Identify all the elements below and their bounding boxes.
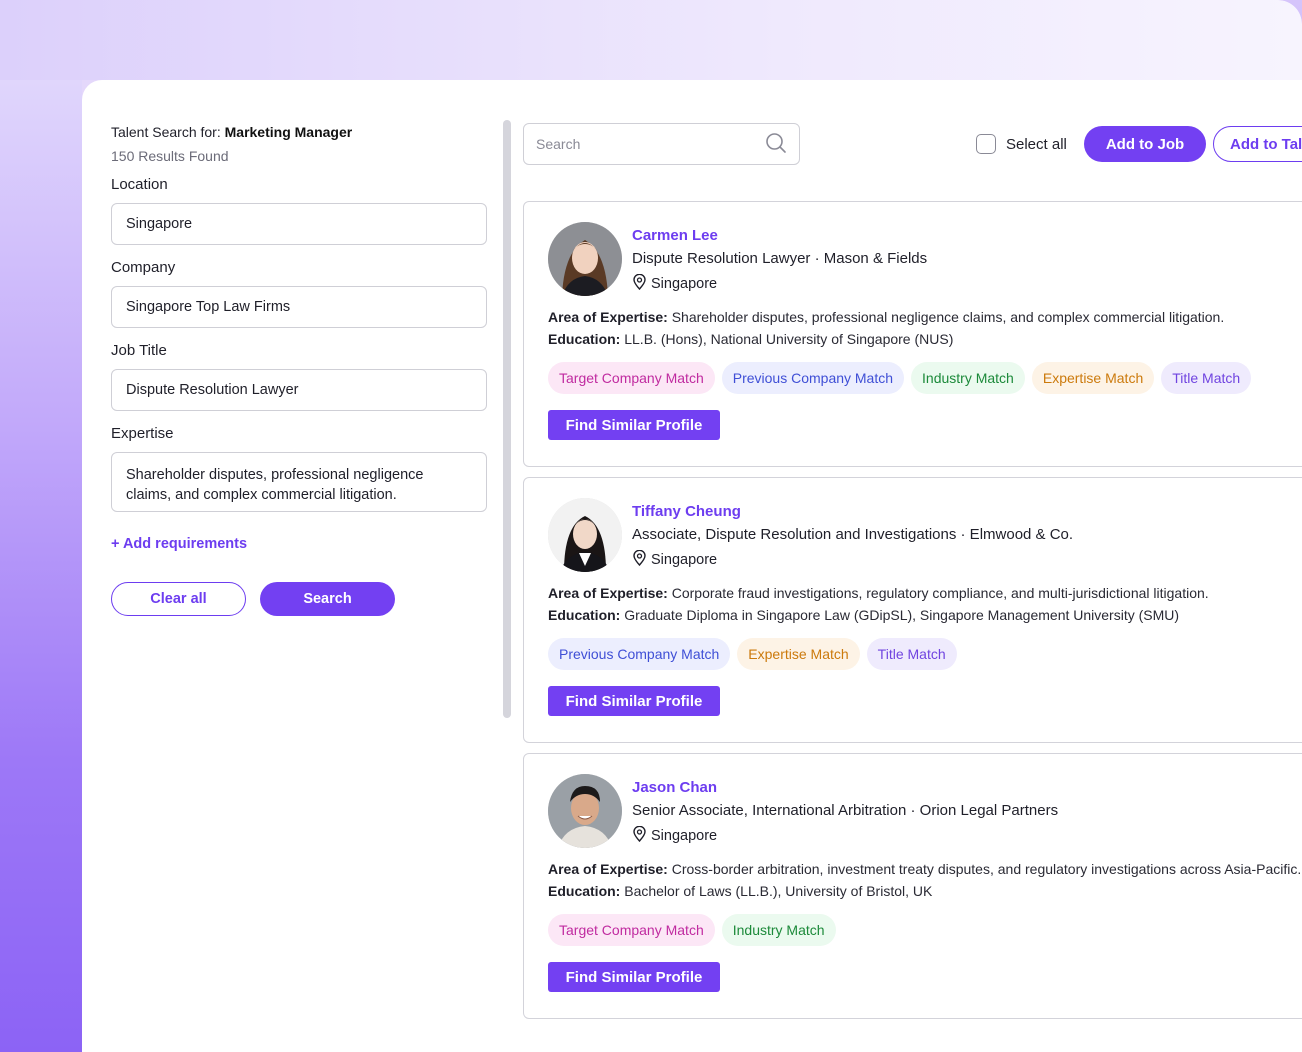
add-to-talent-button[interactable]: Add to Tale xyxy=(1213,126,1302,162)
tag-industry: Industry Match xyxy=(911,362,1025,394)
education-title: Education: xyxy=(548,883,621,899)
avatar xyxy=(548,498,622,572)
company-field[interactable]: Singapore Top Law Firms xyxy=(111,286,487,328)
expertise-text: Corporate fraud investigations, regulato… xyxy=(671,585,1209,601)
expertise-line: Area of Expertise: Cross-border arbitrat… xyxy=(548,861,1301,877)
match-tags: Target Company Match Industry Match xyxy=(548,914,836,946)
education-line: Education: Bachelor of Laws (LL.B.), Uni… xyxy=(548,883,932,899)
find-similar-profile-button[interactable]: Find Similar Profile xyxy=(548,686,720,716)
expertise-title: Area of Expertise: xyxy=(548,861,668,877)
expertise-text: Cross-border arbitration, investment tre… xyxy=(671,861,1302,877)
location-pin-icon xyxy=(632,549,647,570)
job-title-label: Job Title xyxy=(111,342,167,359)
location-label: Location xyxy=(111,176,168,193)
company-label: Company xyxy=(111,259,176,276)
profile-card: Carmen Lee Dispute Resolution Lawyer · M… xyxy=(523,201,1302,467)
tag-target-company: Target Company Match xyxy=(548,362,715,394)
select-all-checkbox[interactable] xyxy=(976,134,996,154)
expertise-text: Shareholder disputes, professional negli… xyxy=(671,309,1225,325)
location-pin-icon xyxy=(632,825,647,846)
search-for-heading: Talent Search for: Marketing Manager xyxy=(111,124,487,140)
expertise-label: Expertise xyxy=(111,425,174,442)
profile-role: Senior Associate, International Arbitrat… xyxy=(632,802,1059,819)
company-value: Singapore Top Law Firms xyxy=(126,299,291,315)
education-line: Education: Graduate Diploma in Singapore… xyxy=(548,607,1179,623)
tag-previous-company: Previous Company Match xyxy=(721,362,905,394)
filter-sidebar: Talent Search for: Marketing Manager 150… xyxy=(111,124,487,616)
education-text: LL.B. (Hons), National University of Sin… xyxy=(624,331,954,347)
filter-scrollbar[interactable] xyxy=(503,120,511,718)
location-text: Singapore xyxy=(651,828,718,844)
expertise-line: Area of Expertise: Corporate fraud inves… xyxy=(548,585,1209,601)
location-pin-icon xyxy=(632,273,647,294)
tag-expertise: Expertise Match xyxy=(1031,362,1155,394)
select-all-label: Select all xyxy=(1006,135,1067,153)
education-text: Bachelor of Laws (LL.B.), University of … xyxy=(624,883,933,899)
main-panel: Talent Search for: Marketing Manager 150… xyxy=(82,80,1302,1052)
profile-name[interactable]: Jason Chan xyxy=(632,779,717,796)
clear-all-button[interactable]: Clear all xyxy=(111,582,246,616)
select-all-control[interactable]: Select all xyxy=(976,134,1067,154)
profile-card: Tiffany Cheung Associate, Dispute Resolu… xyxy=(523,477,1302,743)
education-text: Graduate Diploma in Singapore Law (GDipS… xyxy=(624,607,1180,623)
tag-expertise: Expertise Match xyxy=(737,638,860,670)
job-title-field[interactable]: Dispute Resolution Lawyer xyxy=(111,369,487,411)
avatar xyxy=(548,222,622,296)
match-tags: Target Company Match Previous Company Ma… xyxy=(548,362,1252,394)
expertise-title: Area of Expertise: xyxy=(548,585,668,601)
profile-name[interactable]: Carmen Lee xyxy=(632,227,718,244)
tag-title: Title Match xyxy=(1161,362,1252,394)
results-count: 150 Results Found xyxy=(111,148,229,164)
expertise-field[interactable]: Shareholder disputes, professional negli… xyxy=(111,452,487,512)
search-button[interactable]: Search xyxy=(260,582,395,616)
filter-actions: Clear all Search xyxy=(111,582,487,616)
expertise-line: Area of Expertise: Shareholder disputes,… xyxy=(548,309,1224,325)
location-value: Singapore xyxy=(126,216,193,232)
search-for-prefix: Talent Search for: xyxy=(111,124,221,140)
education-line: Education: LL.B. (Hons), National Univer… xyxy=(548,331,953,347)
location-text: Singapore xyxy=(651,276,718,292)
profile-name[interactable]: Tiffany Cheung xyxy=(632,503,741,520)
search-input[interactable]: Search xyxy=(523,123,800,165)
search-for-value: Marketing Manager xyxy=(224,124,353,140)
match-tags: Previous Company Match Expertise Match T… xyxy=(548,638,957,670)
background-left xyxy=(0,80,82,1052)
profile-location: Singapore xyxy=(632,273,718,294)
profile-location: Singapore xyxy=(632,549,718,570)
tag-industry: Industry Match xyxy=(721,914,836,946)
avatar xyxy=(548,774,622,848)
profile-location: Singapore xyxy=(632,825,718,846)
background-top xyxy=(0,0,1302,80)
tag-target-company: Target Company Match xyxy=(548,914,715,946)
search-placeholder: Search xyxy=(536,136,581,152)
expertise-title: Area of Expertise: xyxy=(548,309,668,325)
find-similar-profile-button[interactable]: Find Similar Profile xyxy=(548,410,720,440)
tag-title: Title Match xyxy=(866,638,957,670)
location-field[interactable]: Singapore xyxy=(111,203,487,245)
expertise-value: Shareholder disputes, professional negli… xyxy=(126,467,424,503)
education-title: Education: xyxy=(548,331,621,347)
profile-card: Jason Chan Senior Associate, Internation… xyxy=(523,753,1302,1019)
app-frame: Talent Search for: Marketing Manager 150… xyxy=(0,0,1302,1052)
search-icon xyxy=(765,132,787,157)
job-title-value: Dispute Resolution Lawyer xyxy=(126,382,299,398)
add-requirements-link[interactable]: + Add requirements xyxy=(111,536,487,552)
profile-role: Dispute Resolution Lawyer · Mason & Fiel… xyxy=(632,250,928,267)
add-to-job-button[interactable]: Add to Job xyxy=(1084,126,1206,162)
profile-role: Associate, Dispute Resolution and Invest… xyxy=(632,526,1074,543)
tag-previous-company: Previous Company Match xyxy=(548,638,731,670)
location-text: Singapore xyxy=(651,552,718,568)
education-title: Education: xyxy=(548,607,621,623)
find-similar-profile-button[interactable]: Find Similar Profile xyxy=(548,962,720,992)
